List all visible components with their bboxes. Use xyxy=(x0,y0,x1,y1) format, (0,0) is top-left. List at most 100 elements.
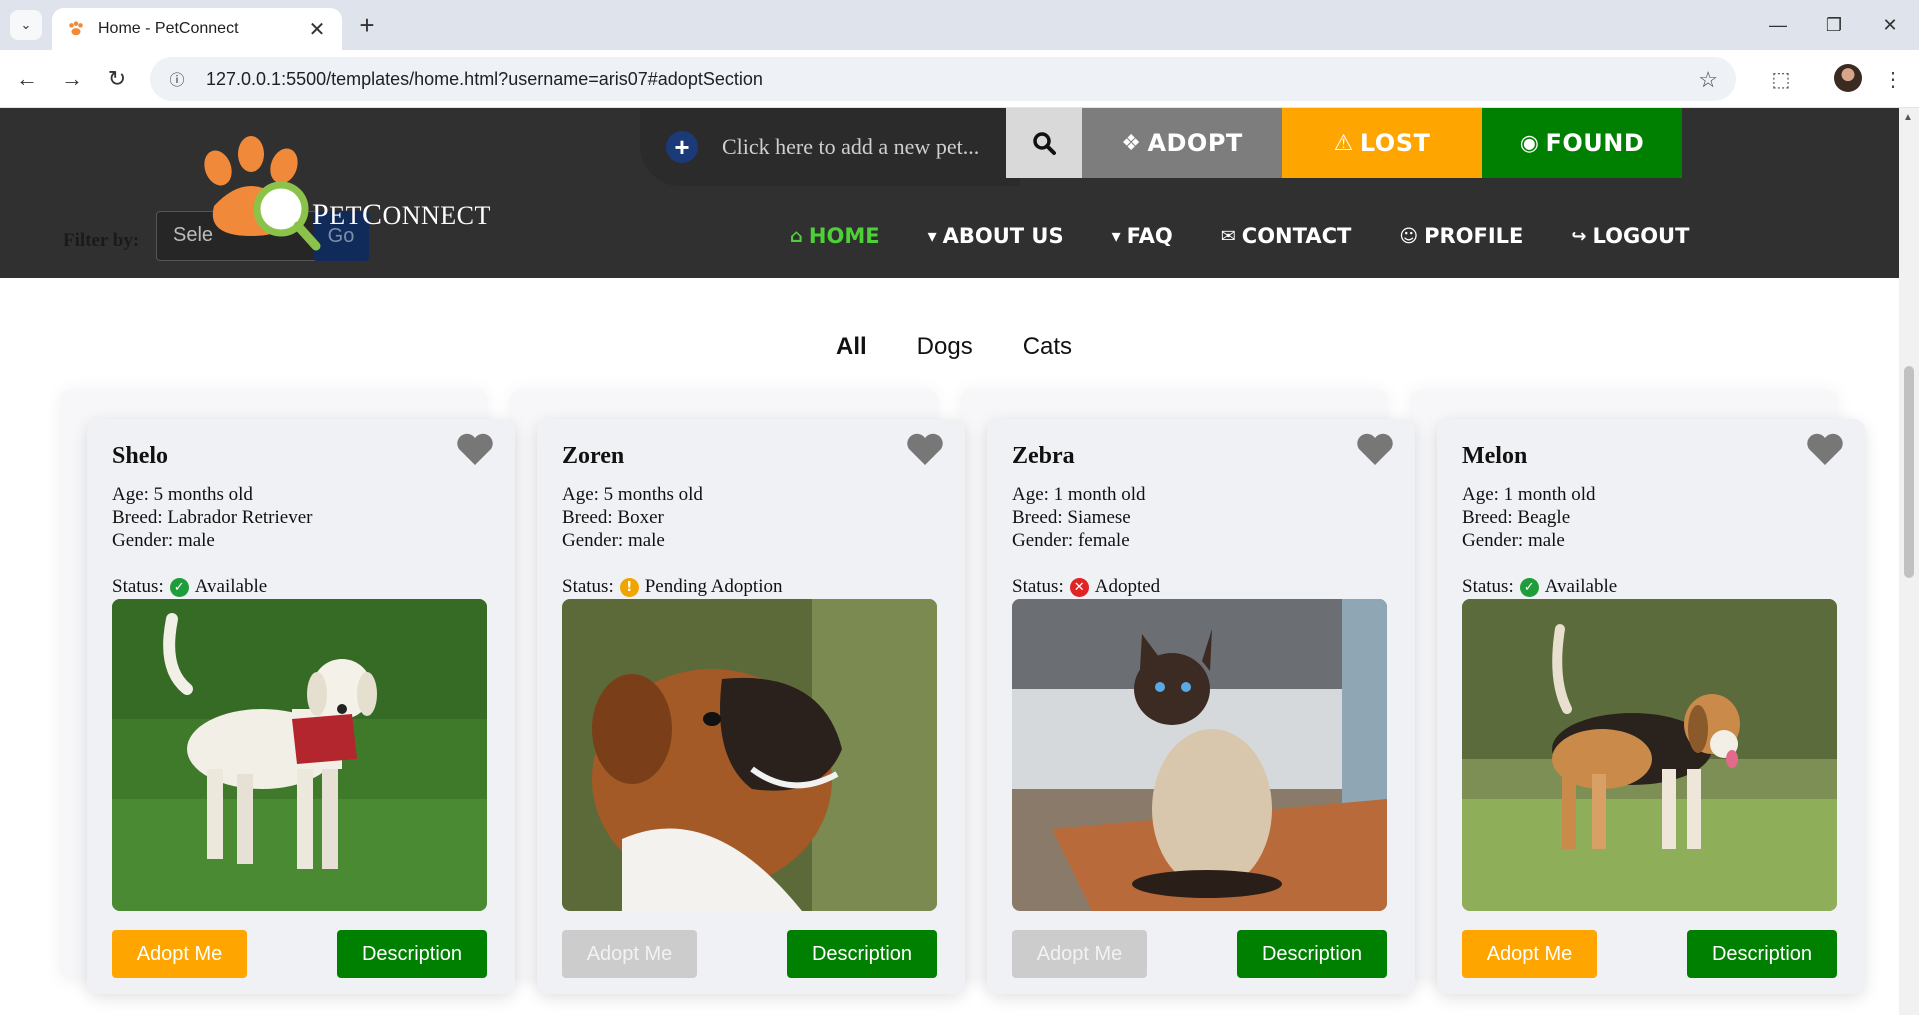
pet-age: Age: 1 month old xyxy=(1462,484,1596,505)
browser-toolbar: ← → ↻ ⓘ 127.0.0.1:5500/templates/home.ht… xyxy=(0,50,1919,108)
pet-photo-beagle xyxy=(1462,599,1837,911)
scroll-up-icon[interactable]: ▲ xyxy=(1903,112,1913,123)
paw-favicon-icon xyxy=(66,19,86,39)
close-tab-icon[interactable]: ✕ xyxy=(306,17,328,42)
page-scrollbar[interactable]: ▲ xyxy=(1899,108,1919,1015)
adopt-me-button[interactable]: Adopt Me xyxy=(562,930,697,978)
tab-all[interactable]: All xyxy=(836,333,867,361)
tab-search-button[interactable]: ⌄ xyxy=(10,10,42,40)
nav-home[interactable]: ⌂ HOME xyxy=(790,224,880,248)
tab-title: Home - PetConnect xyxy=(98,20,239,37)
pet-age: Age: 5 months old xyxy=(562,484,703,505)
restore-icon[interactable]: ❐ xyxy=(1816,10,1852,40)
pet-name: Shelo xyxy=(112,443,169,469)
status-text: Available xyxy=(1544,576,1618,597)
check-circle-icon: ✓ xyxy=(1519,577,1539,597)
close-window-icon[interactable]: ✕ xyxy=(1872,10,1908,40)
pet-gender: Gender: male xyxy=(562,530,665,551)
status-text: Pending Adoption xyxy=(644,576,783,597)
filter-label: Filter by: xyxy=(63,230,140,251)
pet-breed: Breed: Beagle xyxy=(1462,507,1571,528)
menu-kebab-icon[interactable]: ⋮ xyxy=(1878,64,1908,94)
browser-tab[interactable]: Home - PetConnect ✕ xyxy=(52,8,342,50)
lost-label: LOST xyxy=(1359,129,1431,157)
pet-type-tabs: All Dogs Cats xyxy=(836,333,1122,361)
adopt-me-button[interactable]: Adopt Me xyxy=(112,930,247,978)
sign-out-icon: ↪ xyxy=(1571,225,1587,247)
envelope-icon: ✉ xyxy=(1220,225,1236,247)
plus-circle-icon[interactable]: + xyxy=(666,131,698,163)
found-nav-button[interactable]: ◉ FOUND xyxy=(1482,108,1682,178)
chevron-down-icon: ⌄ xyxy=(20,17,32,32)
pet-age: Age: 1 month old xyxy=(1012,484,1146,505)
caret-down-icon: ▾ xyxy=(927,225,937,247)
pet-breed: Breed: Boxer xyxy=(562,507,664,528)
adopt-me-button[interactable]: Adopt Me xyxy=(1462,930,1597,978)
adopt-me-button[interactable]: Adopt Me xyxy=(1012,930,1147,978)
heart-icon[interactable] xyxy=(905,431,945,467)
logo-text: PETCONNECT xyxy=(312,198,491,231)
home-icon: ⌂ xyxy=(790,225,803,247)
profile-avatar[interactable] xyxy=(1834,64,1862,92)
pet-gender: Gender: male xyxy=(1462,530,1565,551)
description-button[interactable]: Description xyxy=(1687,930,1837,978)
description-button[interactable]: Description xyxy=(337,930,487,978)
pet-gender: Gender: female xyxy=(1012,530,1130,551)
scrollbar-thumb[interactable] xyxy=(1904,366,1914,578)
heart-icon[interactable] xyxy=(1355,431,1395,467)
tab-cats[interactable]: Cats xyxy=(1023,333,1072,361)
site-header: + Click here to add a new pet... ❖ ADOPT … xyxy=(0,108,1899,278)
pet-card: Zoren Age: 5 months old Breed: Boxer Gen… xyxy=(537,419,965,994)
pet-info: Age: 5 months old Breed: Labrador Retrie… xyxy=(112,483,312,552)
pet-breed: Breed: Siamese xyxy=(1012,507,1131,528)
pet-card: Melon Age: 1 month old Breed: Beagle Gen… xyxy=(1437,419,1865,994)
pet-photo-siamese xyxy=(1012,599,1387,911)
heart-icon[interactable] xyxy=(1805,431,1845,467)
back-icon[interactable]: ← xyxy=(10,62,44,96)
exclamation-circle-icon: ! xyxy=(619,577,639,597)
paw-icon: ❖ xyxy=(1121,130,1142,156)
forward-icon[interactable]: → xyxy=(55,62,89,96)
nav-contact[interactable]: ✉ CONTACT xyxy=(1221,224,1352,248)
check-circle-icon: ✓ xyxy=(169,577,189,597)
warning-icon: ⚠ xyxy=(1333,130,1354,156)
address-bar[interactable]: ⓘ 127.0.0.1:5500/templates/home.html?use… xyxy=(150,57,1736,101)
lost-nav-button[interactable]: ⚠ LOST xyxy=(1282,108,1482,178)
description-button[interactable]: Description xyxy=(1237,930,1387,978)
new-tab-icon[interactable]: + xyxy=(352,10,382,40)
adopt-nav-button[interactable]: ❖ ADOPT xyxy=(1082,108,1282,178)
pet-name: Zoren xyxy=(562,443,625,469)
browser-tab-bar: ⌄ Home - PetConnect ✕ + — ❐ ✕ xyxy=(0,0,1919,50)
nav-profile[interactable]: ☺ PROFILE xyxy=(1399,224,1523,248)
pet-gender: Gender: male xyxy=(112,530,215,551)
minimize-icon[interactable]: — xyxy=(1760,10,1796,40)
map-marker-icon: ◉ xyxy=(1519,130,1540,156)
bookmark-star-icon[interactable]: ☆ xyxy=(1698,67,1718,93)
petconnect-logo[interactable] xyxy=(196,136,336,256)
add-pet-bar[interactable]: + Click here to add a new pet... xyxy=(640,108,1020,186)
site-info-icon[interactable]: ⓘ xyxy=(164,66,190,92)
tab-dogs[interactable]: Dogs xyxy=(917,333,973,361)
pet-photo-boxer xyxy=(562,599,937,911)
status-text: Adopted xyxy=(1094,576,1161,597)
nav-faq[interactable]: ▾ FAQ xyxy=(1112,224,1173,248)
search-button[interactable] xyxy=(1006,108,1082,178)
nav-about-us[interactable]: ▾ ABOUT US xyxy=(928,224,1064,248)
pet-info: Age: 5 months old Breed: Boxer Gender: m… xyxy=(562,483,703,552)
heart-icon[interactable] xyxy=(455,431,495,467)
extensions-icon[interactable]: ⬚ xyxy=(1766,64,1796,94)
pet-status: Status: ✕ Adopted xyxy=(1012,576,1161,597)
pet-status: Status: ✓ Available xyxy=(112,576,268,597)
main-nav: ⌂ HOME ▾ ABOUT US ▾ FAQ ✉ CONTACT ☺ PROFILE ↪… xyxy=(790,216,1737,256)
add-pet-text[interactable]: Click here to add a new pet... xyxy=(722,134,979,160)
reload-icon[interactable]: ↻ xyxy=(100,62,134,96)
pet-breed: Breed: Labrador Retriever xyxy=(112,507,313,528)
pet-info: Age: 1 month old Breed: Beagle Gender: m… xyxy=(1462,483,1596,552)
pet-status: Status: ! Pending Adoption xyxy=(562,576,783,597)
adopt-label: ADOPT xyxy=(1147,129,1243,157)
url-text[interactable]: 127.0.0.1:5500/templates/home.html?usern… xyxy=(206,69,763,90)
nav-logout[interactable]: ↪ LOGOUT xyxy=(1571,224,1689,248)
pet-info: Age: 1 month old Breed: Siamese Gender: … xyxy=(1012,483,1146,552)
description-button[interactable]: Description xyxy=(787,930,937,978)
x-circle-icon: ✕ xyxy=(1069,577,1089,597)
